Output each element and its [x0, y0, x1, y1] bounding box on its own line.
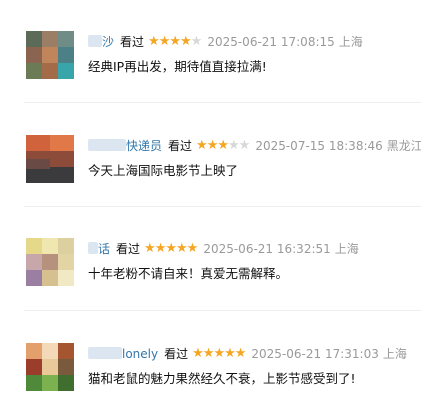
review-item: 话 看过 ★ ★ ★ ★ ★ 2025-06-21 16:32:51 上海 十年老粉不请…: [0, 207, 421, 311]
watch-status: 看过: [164, 347, 189, 361]
star-icon: ★: [238, 138, 251, 153]
rating-stars: ★ ★ ★ ★ ★: [144, 241, 199, 256]
review-content: 今天上海国际电影节上映了: [88, 163, 239, 178]
watch-status: 看过: [116, 242, 141, 256]
watch-status: 看过: [120, 35, 145, 49]
review-time: 2025-06-21 16:32:51: [203, 242, 331, 256]
avatar[interactable]: [26, 343, 74, 391]
review-meta: 快递员 看过 ★ ★ ★ ★ ★ 2025-07-15 18:38:46 黑龙江: [88, 138, 421, 154]
review-location: 上海: [382, 347, 407, 361]
username-link[interactable]: 话: [88, 241, 110, 257]
rating-stars: ★ ★ ★ ★ ★: [196, 138, 251, 153]
avatar[interactable]: [26, 31, 74, 79]
star-icon: ★: [234, 346, 247, 361]
rating-stars: ★ ★ ★ ★ ★: [148, 34, 203, 49]
review-meta: lonely 看过 ★ ★ ★ ★ ★ 2025-06-21 17:31:03 上海: [88, 346, 407, 362]
star-icon: ★: [190, 34, 203, 49]
review-item: 沙 看过 ★ ★ ★ ★ ★ 2025-06-21 17:08:15 上海 经典IP再出…: [0, 0, 421, 104]
username-link[interactable]: lonely: [88, 346, 158, 362]
review-time: 2025-06-21 17:31:03: [251, 347, 379, 361]
star-icon: ★: [186, 241, 199, 256]
avatar[interactable]: [26, 135, 74, 183]
avatar[interactable]: [26, 238, 74, 286]
review-meta: 沙 看过 ★ ★ ★ ★ ★ 2025-06-21 17:08:15 上海: [88, 34, 363, 50]
review-content: 经典IP再出发，期待值直接拉满!: [88, 59, 267, 74]
rating-stars: ★ ★ ★ ★ ★: [192, 346, 247, 361]
review-item: 快递员 看过 ★ ★ ★ ★ ★ 2025-07-15 18:38:46 黑龙江 今天上…: [0, 103, 421, 207]
username-link[interactable]: 沙: [88, 34, 114, 50]
review-item: lonely 看过 ★ ★ ★ ★ ★ 2025-06-21 17:31:03 上海 猫…: [0, 311, 421, 415]
review-content: 十年老粉不请自来！真爱无需解释。: [88, 266, 289, 281]
review-location: 上海: [338, 35, 363, 49]
review-meta: 话 看过 ★ ★ ★ ★ ★ 2025-06-21 16:32:51 上海: [88, 241, 359, 257]
username-link[interactable]: 快递员: [88, 138, 162, 154]
watch-status: 看过: [168, 139, 193, 153]
review-location: 黑龙江: [386, 139, 421, 153]
review-time: 2025-07-15 18:38:46: [255, 139, 383, 153]
review-content: 猫和老鼠的魅力果然经久不衰，上影节感受到了!: [88, 371, 356, 386]
review-time: 2025-06-21 17:08:15: [207, 35, 335, 49]
review-location: 上海: [334, 242, 359, 256]
